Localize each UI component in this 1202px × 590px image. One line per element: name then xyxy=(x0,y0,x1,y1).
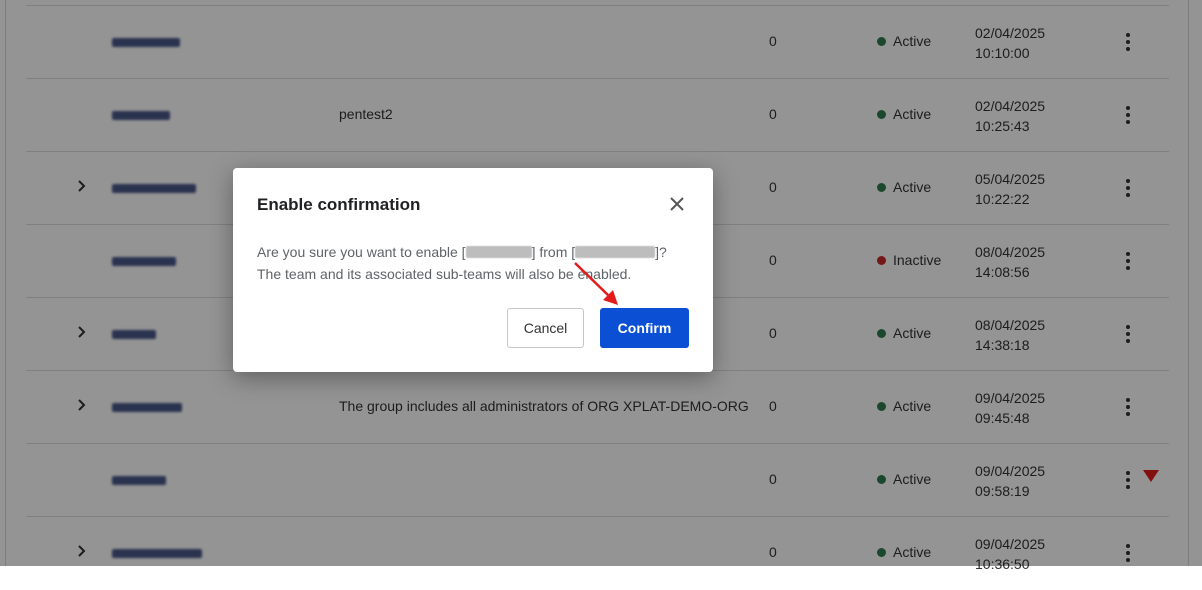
dialog-message: Are you sure you want to enable [ ] from … xyxy=(257,241,697,285)
redacted-team-name xyxy=(465,246,532,258)
redacted-org-name xyxy=(575,246,656,258)
message-text: Are you sure you want to enable [ xyxy=(257,244,466,260)
dialog-message-line1: Are you sure you want to enable [ ] from … xyxy=(257,241,697,263)
enable-confirmation-dialog: Enable confirmation Are you sure you wan… xyxy=(233,168,713,372)
dialog-title: Enable confirmation xyxy=(257,195,421,214)
message-text: ]? xyxy=(655,244,667,260)
dialog-message-line2: The team and its associated sub-teams wi… xyxy=(257,266,632,282)
cancel-button[interactable]: Cancel xyxy=(507,308,584,348)
confirm-button[interactable]: Confirm xyxy=(600,308,689,348)
close-icon[interactable] xyxy=(667,194,687,214)
message-text: ] from [ xyxy=(531,244,576,260)
